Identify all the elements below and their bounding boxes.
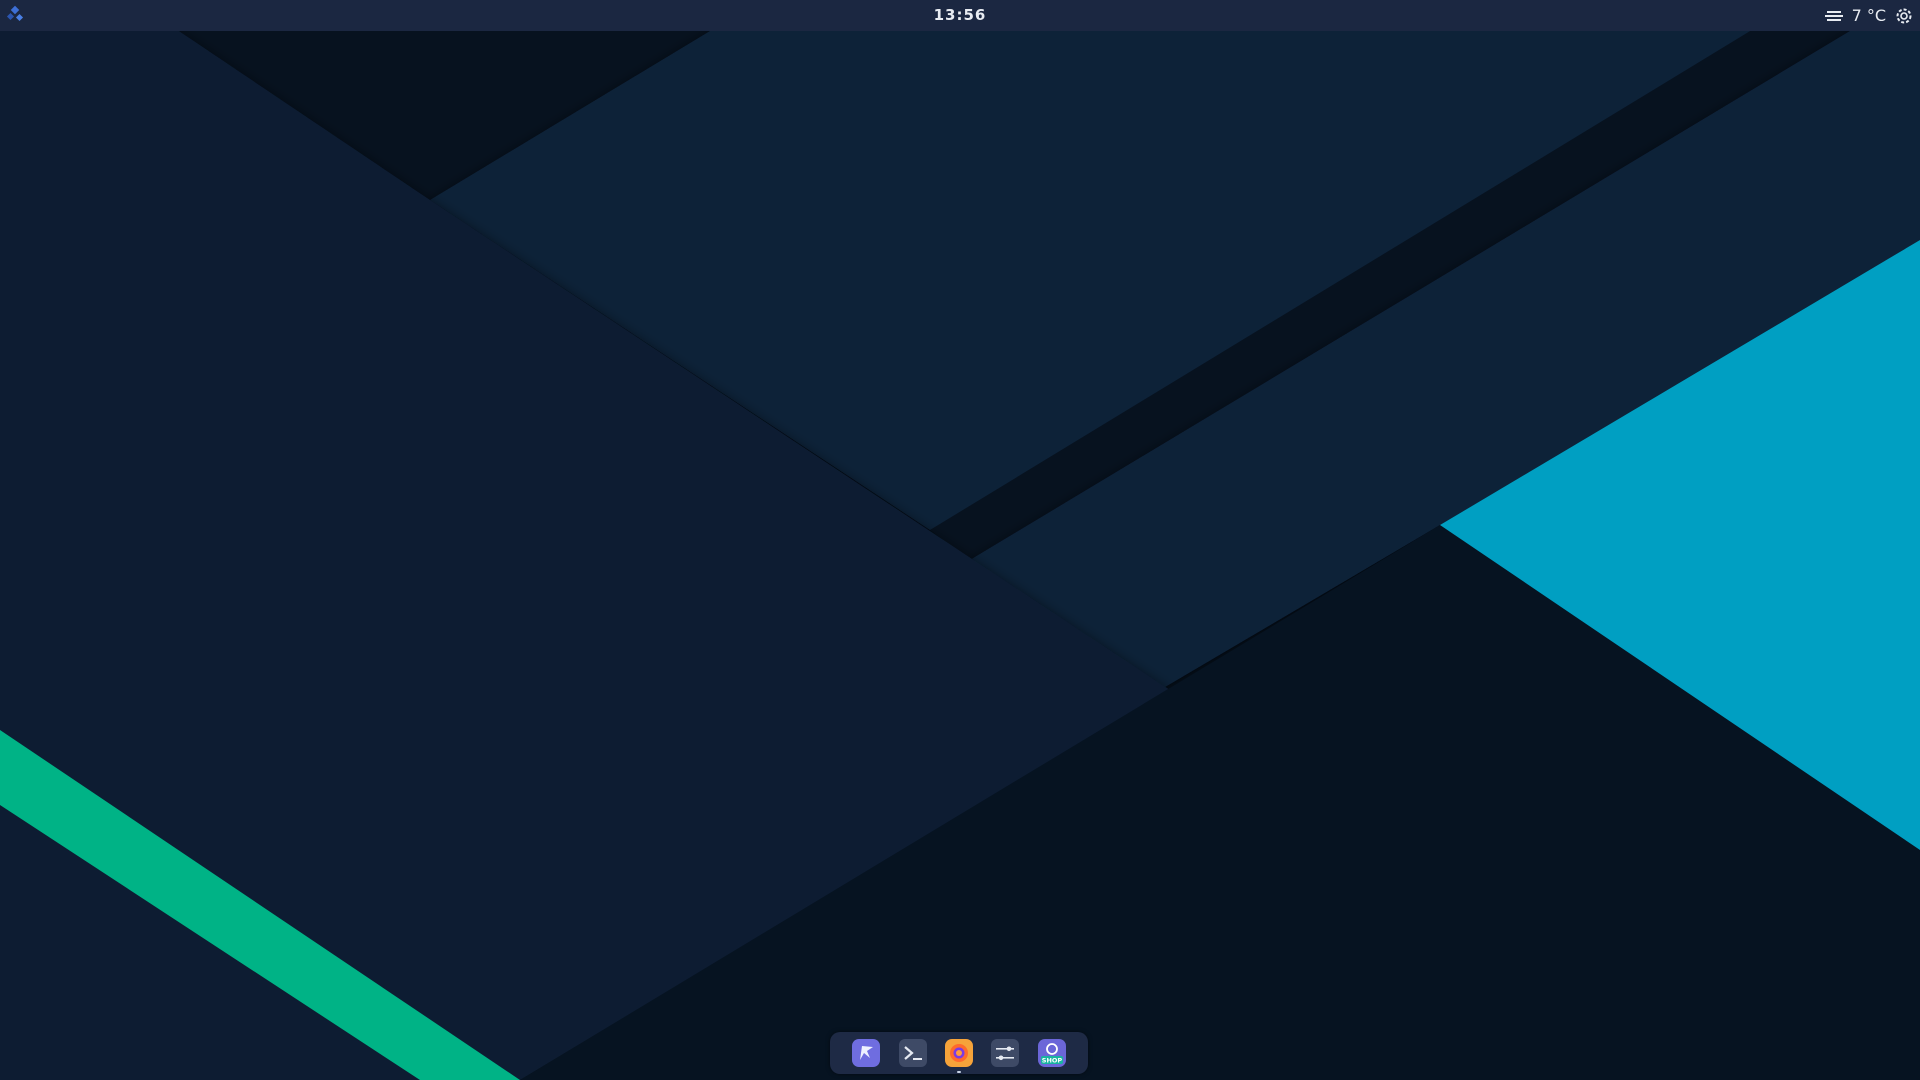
desktop-wallpaper: [0, 0, 1920, 1080]
dock-item-terminal[interactable]: [897, 1037, 929, 1069]
sliders-icon: [991, 1039, 1020, 1067]
top-panel: 13:56 7 °C: [0, 0, 1920, 31]
fog-icon: [1824, 6, 1844, 26]
dock-item-firefox[interactable]: [943, 1037, 975, 1073]
dock: SHOP: [830, 1032, 1088, 1074]
shop-icon: SHOP: [1037, 1039, 1066, 1067]
system-tray[interactable]: 7 °C: [1824, 0, 1914, 31]
dock-item-shop[interactable]: SHOP: [1036, 1037, 1068, 1069]
dolphin-icon: [852, 1039, 881, 1067]
terminal-icon: [898, 1039, 927, 1067]
shop-icon-label: SHOP: [1041, 1057, 1062, 1065]
running-indicator: [956, 1071, 961, 1073]
temperature-label: 7 °C: [1851, 6, 1886, 25]
clock[interactable]: 13:56: [0, 0, 1920, 31]
dock-item-settings[interactable]: [989, 1037, 1021, 1069]
gear-icon[interactable]: [1894, 6, 1914, 26]
dock-item-dolphin[interactable]: [850, 1037, 882, 1069]
firefox-icon: [944, 1039, 973, 1067]
